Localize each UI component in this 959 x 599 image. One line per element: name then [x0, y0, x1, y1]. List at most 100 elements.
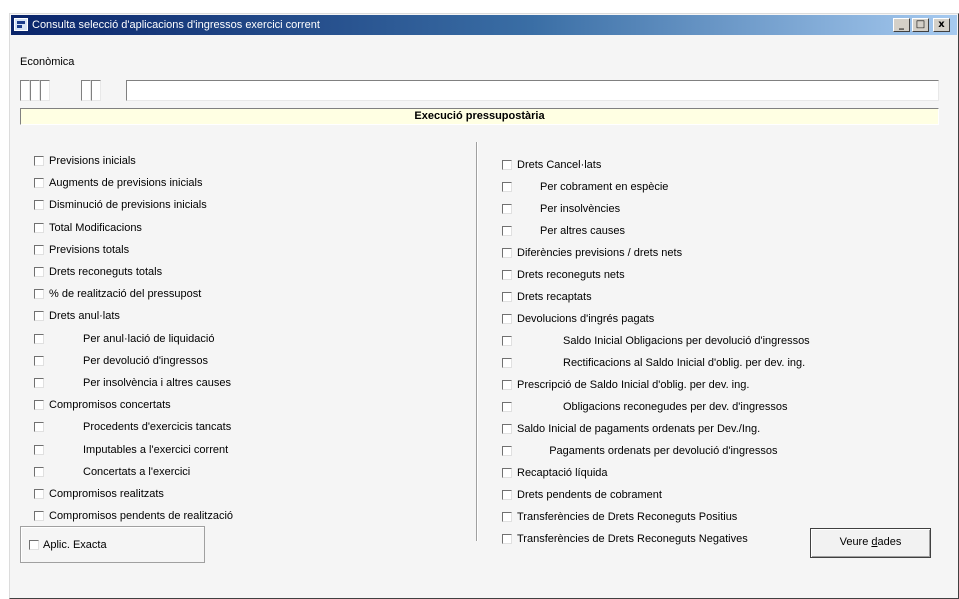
checkbox-box[interactable]: [502, 314, 512, 324]
checkbox-box[interactable]: [502, 248, 512, 258]
left-checkbox-row[interactable]: Disminució de previsions inicials: [34, 197, 207, 213]
checkbox-box[interactable]: [502, 226, 512, 236]
checkbox-box[interactable]: [34, 289, 44, 300]
checkbox-label: Obligacions reconegudes per dev. d'ingre…: [563, 401, 788, 413]
left-checkbox-row[interactable]: Previsions inicials: [34, 153, 136, 169]
checkbox-box[interactable]: [29, 540, 39, 550]
checkbox-label: Saldo Inicial de pagaments ordenats per …: [517, 423, 761, 435]
checkbox-label: Drets recaptats: [517, 291, 592, 303]
checkbox-box[interactable]: [502, 534, 512, 544]
checkbox-label: Previsions totals: [49, 243, 130, 256]
checkbox-label: Devolucions d'ingrés pagats: [517, 313, 655, 325]
minimize-button[interactable]: _: [893, 18, 910, 32]
checkbox-label: Per devolució d'ingressos: [83, 354, 209, 367]
right-checkbox-row[interactable]: Devolucions d'ingrés pagats: [502, 311, 654, 327]
checkbox-box[interactable]: [34, 422, 44, 433]
right-checkbox-row[interactable]: Saldo Inicial Obligacions per devolució …: [502, 333, 810, 349]
checkbox-label: Total Modificacions: [49, 221, 142, 234]
economica-code-char-1[interactable]: [20, 80, 30, 101]
right-checkbox-row[interactable]: Diferències previsions / drets nets: [502, 245, 682, 261]
left-checkbox-row[interactable]: Per insolvència i altres causes: [34, 375, 231, 391]
economica-code-char-2[interactable]: [30, 80, 40, 101]
right-checkbox-row[interactable]: Transferències de Drets Reconeguts Posit…: [502, 509, 737, 525]
column-divider: [476, 142, 478, 541]
checkbox-box[interactable]: [502, 336, 512, 346]
left-checkbox-row[interactable]: Total Modificacions: [34, 220, 142, 236]
checkbox-box[interactable]: [34, 311, 44, 322]
checkbox-box[interactable]: [34, 267, 44, 277]
left-checkbox-row[interactable]: Drets anul·lats: [34, 308, 120, 324]
left-checkbox-row[interactable]: % de realització del pressupost: [34, 286, 201, 302]
checkbox-box[interactable]: [502, 512, 512, 522]
window-title: Consulta selecció d'aplicacions d'ingres…: [32, 19, 320, 31]
right-checkbox-row[interactable]: Per altres causes: [502, 223, 625, 239]
veure-dades-button[interactable]: Veure dades: [810, 528, 931, 558]
economica-subcode-char-2[interactable]: [91, 80, 101, 101]
left-checkbox-row[interactable]: Per devolució d'ingressos: [34, 353, 208, 369]
checkbox-box[interactable]: [502, 160, 512, 170]
left-checkbox-row[interactable]: Drets reconeguts totals: [34, 264, 162, 280]
checkbox-box[interactable]: [502, 424, 512, 434]
maximize-button[interactable]: □: [912, 18, 929, 32]
checkbox-box[interactable]: [34, 156, 44, 166]
checkbox-label: Recaptació líquida: [517, 467, 608, 479]
left-checkbox-row[interactable]: Concertats a l'exercici: [34, 464, 190, 480]
close-button[interactable]: x: [933, 18, 950, 32]
right-checkbox-row[interactable]: Recaptació líquida: [502, 465, 608, 481]
checkbox-box[interactable]: [502, 204, 512, 214]
left-checkbox-row[interactable]: Procedents d'exercicis tancats: [34, 419, 231, 435]
right-checkbox-row[interactable]: Per cobrament en espècie: [502, 179, 668, 195]
aplic-exacta-label: Aplic. Exacta: [43, 539, 107, 551]
checkbox-label: Pagaments ordenats per devolució d'ingre…: [549, 445, 778, 457]
right-checkbox-row[interactable]: Per insolvències: [502, 201, 620, 217]
checkbox-box[interactable]: [502, 402, 512, 412]
left-checkbox-row[interactable]: Per anul·lació de liquidació: [34, 331, 214, 347]
left-checkbox-row[interactable]: Compromisos concertats: [34, 397, 171, 413]
checkbox-label: Drets reconeguts nets: [517, 269, 625, 281]
title-bar[interactable]: Consulta selecció d'aplicacions d'ingres…: [11, 15, 957, 35]
checkbox-label: Per anul·lació de liquidació: [83, 332, 215, 345]
right-checkbox-row[interactable]: Drets recaptats: [502, 289, 592, 305]
checkbox-box[interactable]: [502, 182, 512, 192]
right-checkbox-row[interactable]: Drets reconeguts nets: [502, 267, 625, 283]
right-checkbox-row[interactable]: Pagaments ordenats per devolució d'ingre…: [502, 443, 778, 459]
left-checkbox-row[interactable]: Previsions totals: [34, 242, 129, 258]
right-checkbox-row[interactable]: Rectificacions al Saldo Inicial d'oblig.…: [502, 355, 805, 371]
checkbox-box[interactable]: [34, 178, 44, 189]
right-checkbox-row[interactable]: Drets Cancel·lats: [502, 157, 601, 173]
left-checkbox-row[interactable]: Augments de previsions inicials: [34, 175, 202, 191]
checkbox-box[interactable]: [34, 333, 44, 344]
checkbox-box[interactable]: [502, 380, 512, 390]
checkbox-box[interactable]: [502, 468, 512, 478]
checkbox-box[interactable]: [502, 490, 512, 500]
checkbox-box[interactable]: [34, 355, 44, 366]
checkbox-box[interactable]: [34, 400, 44, 411]
economica-code-char-3[interactable]: [40, 80, 50, 101]
right-checkbox-row[interactable]: Transferències de Drets Reconeguts Negat…: [502, 531, 748, 547]
checkbox-box[interactable]: [502, 358, 512, 368]
aplic-exacta-checkbox[interactable]: Aplic. Exacta: [29, 537, 107, 553]
checkbox-label: Drets Cancel·lats: [517, 159, 602, 171]
right-checkbox-row[interactable]: Prescripció de Saldo Inicial d'oblig. pe…: [502, 377, 749, 393]
right-checkbox-row[interactable]: Drets pendents de cobrament: [502, 487, 662, 503]
economica-subcode-char-1[interactable]: [81, 80, 91, 101]
checkbox-box[interactable]: [34, 200, 44, 211]
economica-description-input[interactable]: [126, 80, 939, 101]
right-checkbox-row[interactable]: Saldo Inicial de pagaments ordenats per …: [502, 421, 760, 437]
checkbox-box[interactable]: [34, 378, 44, 388]
left-checkbox-row[interactable]: Compromisos realitzats: [34, 486, 164, 502]
checkbox-box[interactable]: [502, 446, 512, 456]
left-checkbox-row[interactable]: Compromisos pendents de realització: [34, 508, 233, 524]
checkbox-box[interactable]: [502, 292, 512, 302]
checkbox-box[interactable]: [34, 444, 44, 455]
checkbox-label: Transferències de Drets Reconeguts Posit…: [517, 511, 738, 523]
checkbox-box[interactable]: [34, 511, 44, 522]
left-checkbox-row[interactable]: Imputables a l'exercici corrent: [34, 442, 228, 458]
checkbox-box[interactable]: [34, 489, 44, 499]
checkbox-box[interactable]: [502, 270, 512, 280]
checkbox-box[interactable]: [34, 466, 44, 477]
right-checkbox-row[interactable]: Obligacions reconegudes per dev. d'ingre…: [502, 399, 787, 415]
checkbox-box[interactable]: [34, 222, 44, 233]
checkbox-label: Disminució de previsions inicials: [49, 199, 207, 212]
checkbox-box[interactable]: [34, 244, 44, 255]
